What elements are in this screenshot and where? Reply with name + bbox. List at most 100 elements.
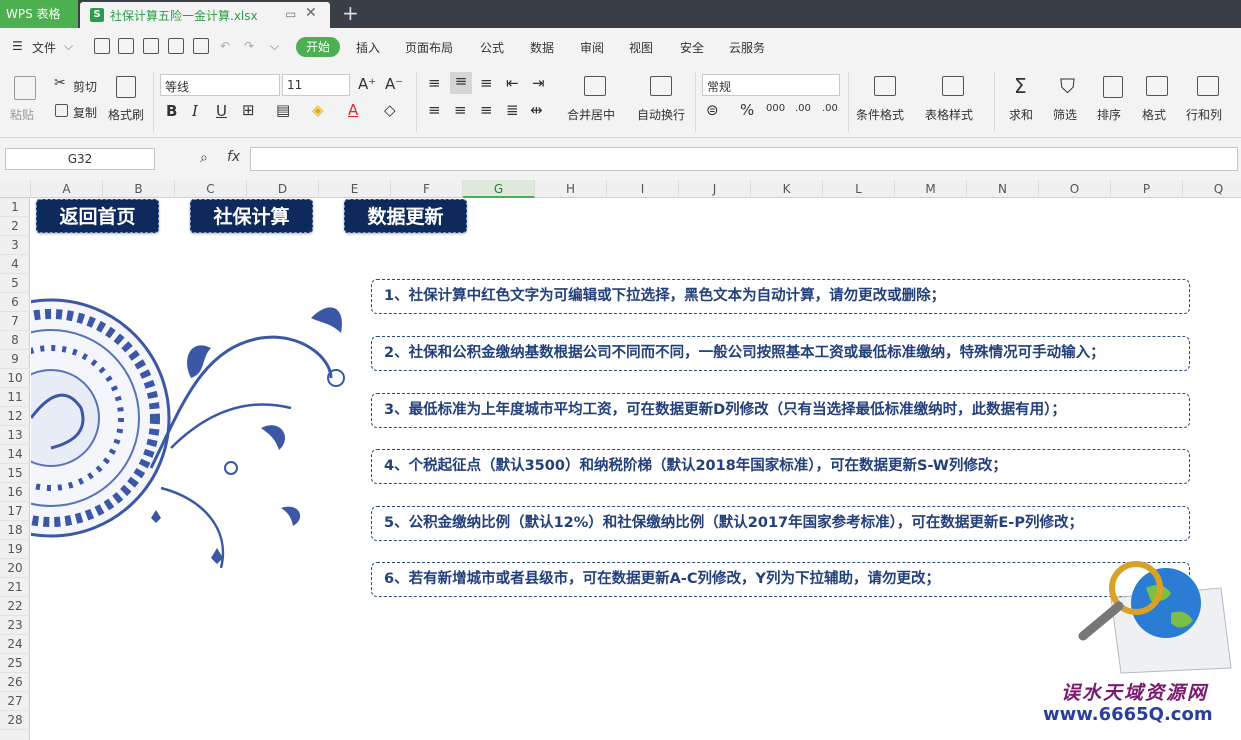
row-header[interactable]: 27 [0, 692, 30, 711]
pdf-icon[interactable] [143, 38, 159, 54]
column-header[interactable]: P [1111, 180, 1183, 198]
undo-icon[interactable]: ↶ [220, 39, 230, 53]
name-box[interactable]: G32 [5, 148, 155, 170]
row-header[interactable]: 24 [0, 635, 30, 654]
column-header[interactable]: D [247, 180, 319, 198]
column-header[interactable]: Q [1183, 180, 1241, 198]
table-style-icon[interactable] [942, 76, 964, 96]
row-header[interactable]: 6 [0, 293, 30, 312]
percent-button[interactable]: % [740, 101, 754, 119]
social-calc-button[interactable]: 社保计算 [190, 199, 313, 233]
cell-style-icon[interactable]: ▤ [276, 101, 290, 119]
fx-icon[interactable]: fx [227, 149, 240, 165]
row-header[interactable]: 14 [0, 445, 30, 464]
border-icon[interactable]: ⊞ [242, 101, 255, 119]
increase-decimal-button[interactable]: .00 [795, 103, 811, 114]
app-tab[interactable]: WPS 表格 [0, 0, 78, 28]
menu-review[interactable]: 审阅 [580, 39, 604, 56]
bold-button[interactable]: B [166, 102, 177, 120]
menu-security[interactable]: 安全 [680, 39, 704, 56]
row-header[interactable]: 7 [0, 312, 30, 331]
quick-access-chevron-icon[interactable]: ⌵ [270, 39, 279, 54]
column-header[interactable]: O [1039, 180, 1111, 198]
cut-button[interactable]: 剪切 [73, 78, 97, 95]
underline-button[interactable]: U [216, 102, 227, 120]
conditional-format-icon[interactable] [874, 76, 896, 96]
home-button[interactable]: 返回首页 [36, 199, 159, 233]
align-middle-icon[interactable]: ≡ [450, 72, 472, 94]
merge-icon[interactable] [584, 76, 606, 96]
column-header[interactable]: L [823, 180, 895, 198]
menu-page-layout[interactable]: 页面布局 [405, 39, 453, 56]
row-header[interactable]: 25 [0, 654, 30, 673]
row-header[interactable]: 19 [0, 540, 30, 559]
column-header[interactable]: E [319, 180, 391, 198]
row-column-button[interactable]: 行和列 [1186, 106, 1222, 123]
sum-button[interactable]: 求和 [1009, 106, 1033, 123]
filter-icon[interactable]: ⛉ [1060, 74, 1075, 98]
menu-home[interactable]: 开始 [296, 37, 340, 57]
paste-button[interactable]: 粘贴 [10, 106, 34, 123]
row-header[interactable]: 8 [0, 331, 30, 350]
font-size-select[interactable]: 11 [282, 74, 350, 96]
align-right-icon[interactable]: ≡ [480, 101, 493, 119]
italic-button[interactable]: I [192, 102, 198, 120]
paste-icon[interactable] [14, 76, 36, 100]
align-left-icon[interactable]: ≡ [428, 101, 441, 119]
file-tab[interactable]: S 社保计算五险一金计算.xlsx ▭ ✕ [80, 2, 330, 28]
row-header[interactable]: 26 [0, 673, 30, 692]
close-icon[interactable]: ✕ [305, 5, 317, 21]
row-header[interactable]: 28 [0, 711, 30, 730]
column-header[interactable]: J [679, 180, 751, 198]
column-header[interactable]: K [751, 180, 823, 198]
copy-button[interactable]: 复制 [73, 104, 97, 121]
menu-view[interactable]: 视图 [629, 39, 653, 56]
row-header[interactable]: 5 [0, 274, 30, 293]
wrap-text-button[interactable]: 自动换行 [637, 106, 685, 123]
row-header[interactable]: 2 [0, 217, 30, 236]
window-icon[interactable]: ▭ [285, 7, 297, 21]
sheet-area[interactable]: 返回首页 社保计算 数据更新 1、社保计算中红色文字为可编辑或下拉选择，黑色文本… [31, 198, 1241, 740]
column-header[interactable]: F [391, 180, 463, 198]
new-tab-button[interactable]: + [342, 1, 359, 25]
row-header[interactable]: 15 [0, 464, 30, 483]
scissors-icon[interactable]: ✂ [54, 75, 66, 91]
currency-icon[interactable]: ⊜ [706, 101, 719, 119]
print-icon[interactable] [168, 38, 184, 54]
save-icon[interactable] [118, 38, 134, 54]
column-header[interactable]: C [175, 180, 247, 198]
column-header[interactable]: B [103, 180, 175, 198]
file-menu[interactable]: 文件 [32, 39, 56, 56]
row-header[interactable]: 3 [0, 236, 30, 255]
filter-button[interactable]: 筛选 [1053, 106, 1077, 123]
justify-icon[interactable]: ≣ [506, 101, 519, 119]
format-painter-icon[interactable] [116, 76, 136, 98]
column-header[interactable]: A [31, 180, 103, 198]
column-header[interactable]: G [463, 180, 535, 198]
row-header[interactable]: 16 [0, 483, 30, 502]
row-header[interactable]: 21 [0, 578, 30, 597]
row-header[interactable]: 11 [0, 388, 30, 407]
table-style-button[interactable]: 表格样式 [925, 106, 973, 123]
format-painter-button[interactable]: 格式刷 [108, 106, 144, 123]
sort-button[interactable]: 排序 [1097, 106, 1121, 123]
open-icon[interactable] [94, 38, 110, 54]
column-header[interactable]: H [535, 180, 607, 198]
font-color-icon[interactable]: A [348, 101, 358, 119]
menu-cloud[interactable]: 云服务 [729, 39, 765, 56]
distribute-icon[interactable]: ⇹ [530, 101, 543, 119]
row-header[interactable]: 4 [0, 255, 30, 274]
wrap-icon[interactable] [650, 76, 672, 96]
menu-insert[interactable]: 插入 [356, 39, 380, 56]
decrease-indent-icon[interactable]: ⇤ [506, 74, 519, 92]
row-header[interactable]: 18 [0, 521, 30, 540]
row-header[interactable]: 10 [0, 369, 30, 388]
row-header[interactable]: 12 [0, 407, 30, 426]
align-center-icon[interactable]: ≡ [454, 101, 467, 119]
clear-icon[interactable]: ◇ [384, 101, 396, 119]
thousands-button[interactable]: 000 [766, 103, 785, 114]
format-icon[interactable] [1146, 76, 1168, 96]
row-header[interactable]: 20 [0, 559, 30, 578]
increase-font-icon[interactable]: A⁺ [358, 75, 376, 93]
row-header[interactable]: 17 [0, 502, 30, 521]
